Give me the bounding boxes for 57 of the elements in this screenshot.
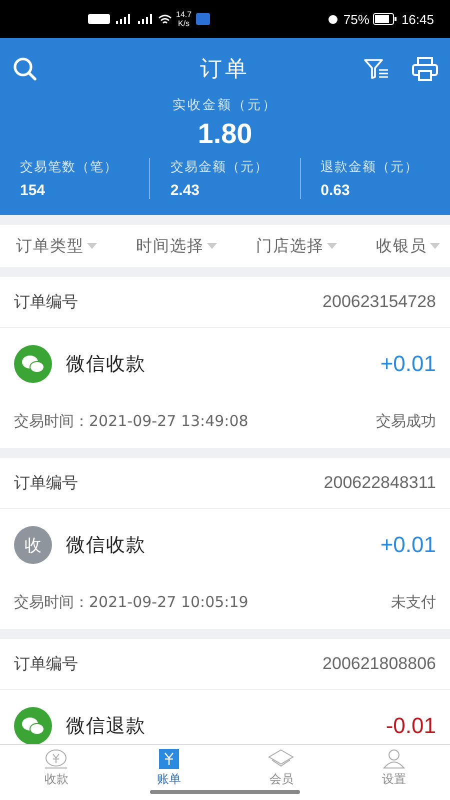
payment-title: 微信收款 [66,533,146,558]
order-number-label: 订单编号 [14,292,78,312]
stat-value: 2.43 [170,182,201,199]
amount: +0.01 [380,532,436,558]
order-number-label: 订单编号 [14,654,78,674]
payment-icon: 收 [14,526,52,564]
search-icon[interactable] [12,56,38,82]
wifi-icon [158,14,172,24]
battery-percent: 75% [343,12,370,26]
filter-dropdown[interactable]: 订单类型 [16,236,97,256]
caret-icon [207,243,217,249]
payment-title: 微信收款 [66,352,146,377]
coin-icon [43,749,70,769]
caret-icon [430,243,440,249]
page-title: 订单 [200,56,250,84]
summary-label: 实收金额（元） [172,97,278,114]
amount: -0.01 [386,713,436,739]
tab-item[interactable]: 会员 [225,745,338,800]
amount: +0.01 [380,351,436,377]
order-card[interactable]: 订单编号 200622848311 收 微信收款 +0.01 交易时间：2021-09-27 10:05:19 未支付 [0,458,450,629]
filter-icon[interactable] [364,58,390,80]
tab-item[interactable]: 设置 [338,745,450,800]
speed-unit: K/s [178,19,190,28]
clock: 16:45 [401,12,434,26]
person-icon [382,749,405,769]
signal-icon [136,14,154,24]
chat-bubbles-icon [14,345,52,383]
filter-dropdown[interactable]: 门店选择 [256,236,337,256]
order-status: 交易成功 [376,412,436,430]
order-number-label: 订单编号 [14,472,78,494]
tab-item[interactable]: 账单 [112,745,225,800]
speed-text: 14.7 [176,10,192,19]
battery-icon [373,13,398,25]
signal-icon [114,14,132,24]
diamond-icon [268,749,294,769]
caret-icon [327,243,337,249]
transaction-time: 交易时间：2021-09-27 10:05:19 [14,592,248,612]
order-number: 200622848311 [324,473,436,493]
printer-icon[interactable] [412,57,438,81]
stat-label: 退款金额（元） [320,159,420,176]
tab-item[interactable]: 收款 [0,745,112,800]
order-card[interactable]: 订单编号 200621808806 微信退款 -0.01 [0,639,450,744]
stat-label: 交易金额（元） [170,159,270,176]
order-card[interactable]: 订单编号 200623154728 微信收款 +0.01 交易时间：2021-09-27 13:49:08 交易成功 [0,277,450,448]
payment-title: 微信退款 [66,714,146,739]
stat-label: 交易笔数（笔） [20,159,119,176]
filter-dropdown[interactable]: 收银员 [376,236,440,256]
yen-icon [158,749,179,769]
stat-value: 154 [20,182,46,199]
order-status: 未支付 [391,592,436,612]
transaction-time: 交易时间：2021-09-27 13:49:08 [14,412,248,430]
stat-value: 0.63 [320,182,351,199]
order-number: 200623154728 [322,292,436,312]
caret-icon [87,243,97,249]
filter-dropdown[interactable]: 时间选择 [136,236,217,256]
order-number: 200621808806 [322,654,436,674]
summary-value: 1.80 [196,118,254,150]
